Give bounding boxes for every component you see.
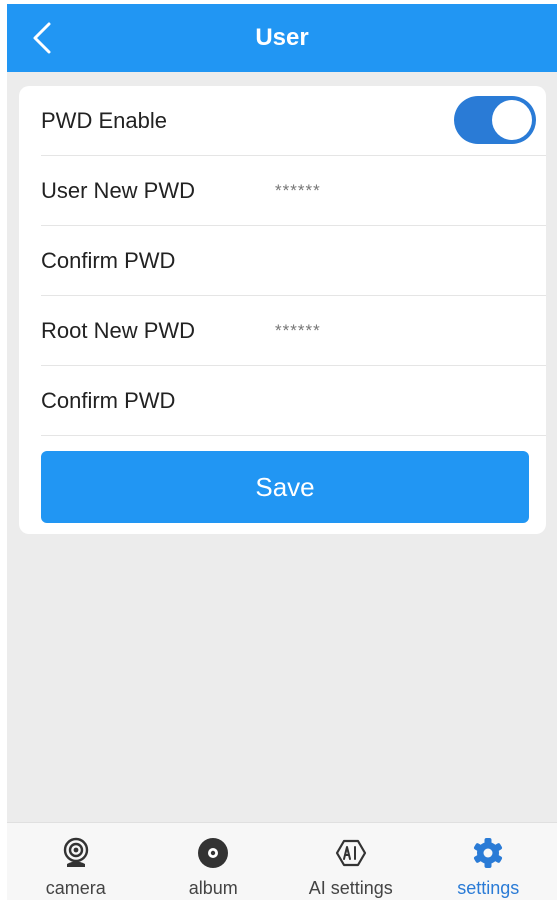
user-new-pwd-label: User New PWD [41, 177, 196, 203]
user-confirm-pwd-row: Confirm PWD [41, 226, 546, 296]
user-new-pwd-input[interactable] [275, 156, 535, 225]
tab-camera-label: camera [45, 878, 106, 898]
toggle-knob [492, 100, 532, 140]
tab-album-label: album [188, 878, 238, 898]
user-confirm-pwd-input[interactable] [275, 226, 535, 295]
tab-ai-settings[interactable]: AI settings [282, 823, 420, 900]
webcam-icon [63, 837, 88, 867]
root-confirm-pwd-input[interactable] [275, 366, 535, 435]
root-confirm-pwd-label: Confirm PWD [41, 387, 176, 413]
tab-album[interactable]: album [145, 823, 283, 900]
root-confirm-pwd-row: Confirm PWD [41, 366, 546, 436]
disc-icon [198, 838, 229, 868]
tab-settings[interactable]: settings [420, 823, 557, 900]
save-button[interactable]: Save [41, 451, 529, 523]
tab-camera[interactable]: camera [7, 823, 145, 900]
pwd-enable-row: PWD Enable [41, 86, 546, 156]
header-bar: User [7, 4, 557, 72]
app-screen: User PWD Enable User New PWD Confirm PWD… [7, 4, 557, 900]
settings-card: PWD Enable User New PWD Confirm PWD Root… [19, 86, 546, 534]
pwd-enable-toggle[interactable] [454, 96, 536, 144]
user-new-pwd-row: User New PWD [41, 156, 546, 226]
tab-ai-settings-label: AI settings [308, 878, 393, 898]
root-new-pwd-label: Root New PWD [41, 317, 196, 343]
page-title: User [255, 24, 309, 51]
root-new-pwd-row: Root New PWD [41, 296, 546, 366]
user-confirm-pwd-label: Confirm PWD [41, 247, 176, 273]
bottom-tab-bar: camera album AI settings settings [7, 822, 557, 900]
gear-icon [474, 838, 503, 868]
tab-settings-label: settings [457, 878, 520, 898]
ai-icon [335, 839, 366, 867]
pwd-enable-label: PWD Enable [41, 107, 167, 133]
root-new-pwd-input[interactable] [275, 296, 535, 365]
